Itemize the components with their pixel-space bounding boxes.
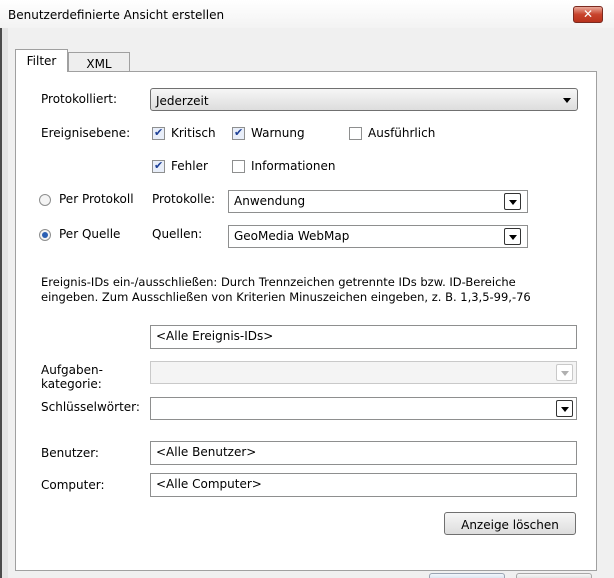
radio-by-log[interactable] <box>39 194 51 206</box>
clear-display-button-label: Anzeige löschen <box>461 518 559 532</box>
logs-chevron-down-icon[interactable] <box>504 193 521 210</box>
event-ids-help-line1: Ereignis-IDs ein-/ausschließen: Durch Tr… <box>41 275 516 289</box>
keywords-chevron-down-icon[interactable] <box>556 400 573 417</box>
task-category-label-line1: Aufgaben- <box>41 363 103 377</box>
checkbox-information[interactable] <box>232 160 245 173</box>
checkbox-warning[interactable] <box>232 126 245 140</box>
task-category-chevron-down-icon <box>556 364 573 381</box>
checkbox-error-label: Fehler <box>171 159 208 173</box>
checkbox-error[interactable] <box>152 159 165 173</box>
radio-by-source[interactable] <box>39 229 51 241</box>
cancel-button-partial[interactable] <box>516 573 592 578</box>
task-category-label-line2: kategorie: <box>41 377 102 391</box>
checkbox-critical[interactable] <box>152 126 165 140</box>
keywords-combobox[interactable] <box>150 397 577 420</box>
checkbox-information-label: Informationen <box>251 159 336 173</box>
ok-button-partial[interactable] <box>429 573 505 578</box>
level-label: Ereignisebene: <box>41 126 131 140</box>
sources-chevron-down-icon[interactable] <box>504 228 521 245</box>
close-button[interactable]: ✕ <box>573 6 603 23</box>
tab-xml[interactable]: XML <box>68 52 130 72</box>
close-icon: ✕ <box>582 7 594 21</box>
tab-xml-label: XML <box>86 57 112 71</box>
user-input-value: <Alle Benutzer> <box>156 445 257 459</box>
computer-label: Computer: <box>41 478 105 492</box>
clear-display-button[interactable]: Anzeige löschen <box>444 512 576 535</box>
sources-combobox-value: GeoMedia WebMap <box>234 229 350 243</box>
event-ids-input[interactable]: <Alle Ereignis-IDs> <box>150 325 577 349</box>
task-category-combobox <box>150 361 577 384</box>
logs-label: Protokolle: <box>152 192 216 206</box>
logged-dropdown-value: Jederzeit <box>156 94 209 108</box>
event-ids-help-line2: eingeben. Zum Ausschließen von Kriterien… <box>41 290 531 304</box>
keywords-label: Schlüsselwörter: <box>41 400 140 414</box>
computer-input[interactable]: <Alle Computer> <box>150 473 577 497</box>
tab-filter[interactable]: Filter <box>15 49 68 72</box>
checkbox-verbose-label: Ausführlich <box>368 126 436 140</box>
window-left-edge-line <box>0 28 2 578</box>
user-input[interactable]: <Alle Benutzer> <box>150 441 577 465</box>
checkbox-warning-label: Warnung <box>251 126 305 140</box>
window-title: Benutzerdefinierte Ansicht erstellen <box>8 8 225 22</box>
radio-by-source-label: Per Quelle <box>59 227 121 241</box>
sources-combobox[interactable]: GeoMedia WebMap <box>228 225 528 248</box>
computer-input-value: <Alle Computer> <box>156 477 262 491</box>
sources-label: Quellen: <box>152 227 203 241</box>
logged-dropdown[interactable]: Jederzeit <box>150 88 578 111</box>
checkbox-critical-label: Kritisch <box>171 126 216 140</box>
radio-by-log-label: Per Protokoll <box>59 192 134 206</box>
logged-label: Protokolliert: <box>41 92 118 106</box>
chevron-down-icon <box>563 98 571 103</box>
user-label: Benutzer: <box>41 446 99 460</box>
logs-combobox-value: Anwendung <box>234 194 306 208</box>
checkbox-verbose[interactable] <box>349 127 362 140</box>
event-ids-input-value: <Alle Ereignis-IDs> <box>156 329 274 343</box>
tab-filter-label: Filter <box>26 54 57 68</box>
logs-combobox[interactable]: Anwendung <box>228 190 528 213</box>
